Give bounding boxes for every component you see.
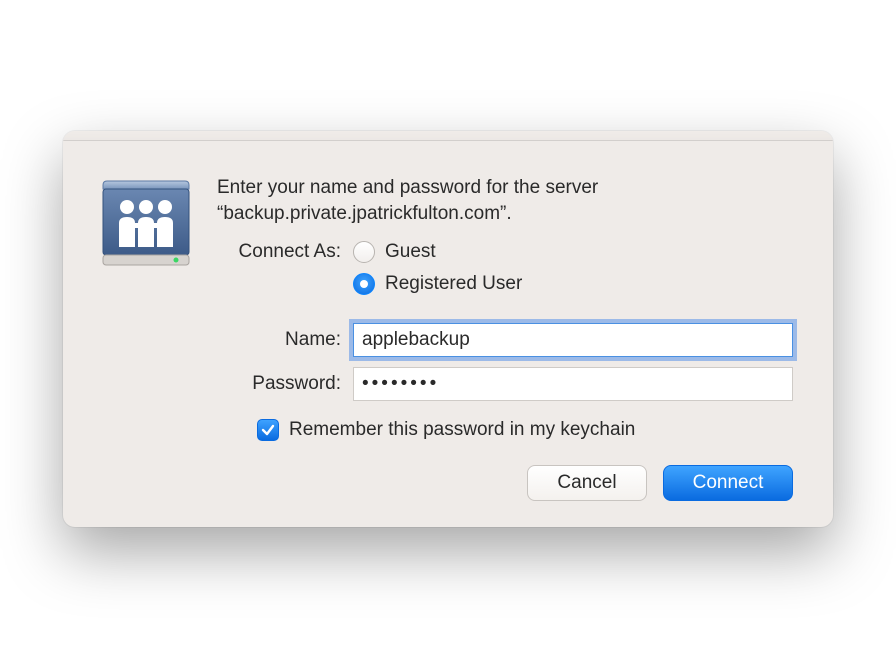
remember-password-label: Remember this password in my keychain <box>289 419 635 441</box>
server-connect-dialog: Enter your name and password for the ser… <box>63 131 833 526</box>
connect-as-guest-radio[interactable]: Guest <box>353 241 522 263</box>
prompt-message: Enter your name and password for the ser… <box>217 175 793 226</box>
dialog-buttons: Cancel Connect <box>217 465 793 501</box>
dialog-body: Enter your name and password for the ser… <box>63 141 833 526</box>
radio-icon <box>353 273 375 295</box>
connect-as-label: Connect As: <box>217 241 353 263</box>
connect-button[interactable]: Connect <box>663 465 793 501</box>
name-field[interactable] <box>353 323 793 357</box>
password-field[interactable] <box>353 367 793 401</box>
radio-label-guest: Guest <box>385 241 436 263</box>
prompt-line-1: Enter your name and password for the ser… <box>217 177 598 198</box>
dialog-content: Enter your name and password for the ser… <box>217 175 793 500</box>
dialog-icon-column <box>97 175 217 500</box>
cancel-button[interactable]: Cancel <box>527 465 647 501</box>
network-drive-icon <box>97 175 195 271</box>
password-label: Password: <box>217 373 353 395</box>
password-row: Password: <box>217 367 793 401</box>
remember-password-row: Remember this password in my keychain <box>217 419 793 441</box>
connect-as-registered-radio[interactable]: Registered User <box>353 273 522 295</box>
prompt-line-2: “backup.private.jpatrickfulton.com”. <box>217 203 512 224</box>
name-label: Name: <box>217 329 353 351</box>
connect-as-row: Connect As: Guest Registered User <box>217 241 793 295</box>
radio-icon <box>353 241 375 263</box>
remember-password-checkbox[interactable] <box>257 419 279 441</box>
checkmark-icon <box>261 423 275 437</box>
radio-label-registered: Registered User <box>385 273 522 295</box>
name-row: Name: <box>217 323 793 357</box>
dialog-titlebar <box>63 131 833 141</box>
